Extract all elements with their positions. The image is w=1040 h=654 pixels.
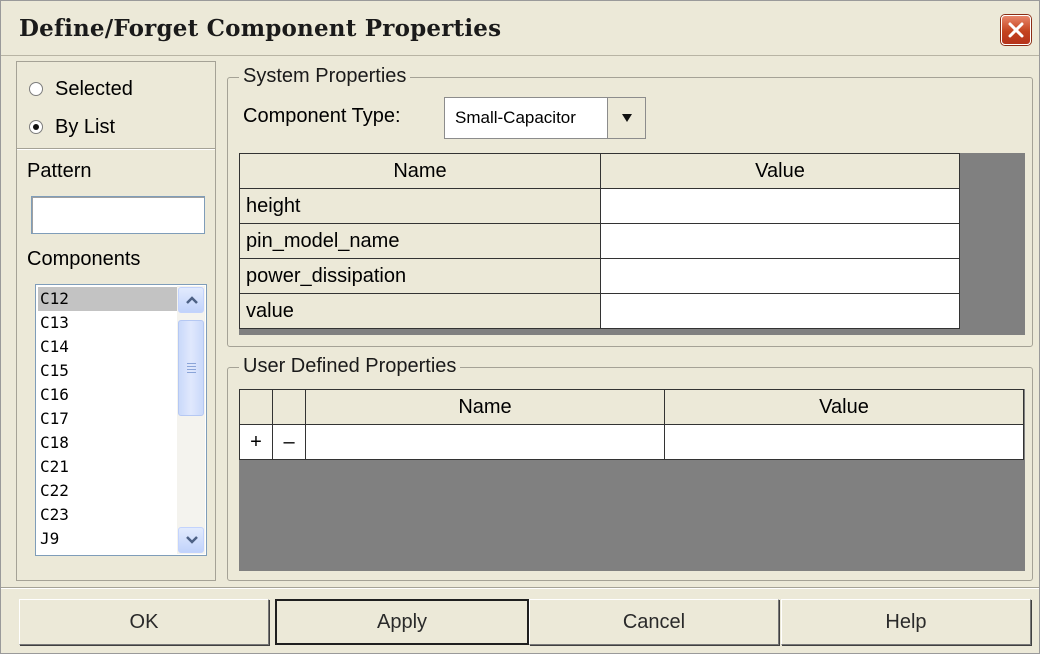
list-item[interactable]: C18: [38, 431, 178, 455]
components-scrollbar[interactable]: [177, 286, 205, 554]
property-value-cell[interactable]: [600, 258, 960, 294]
property-name-cell[interactable]: pin_model_name: [239, 223, 601, 259]
radio-by-list-label: By List: [55, 115, 116, 138]
radio-by-list-indicator[interactable]: [29, 120, 43, 134]
window-title: Define/Forget Component Properties: [19, 15, 502, 42]
property-value-cell[interactable]: [600, 188, 960, 224]
cancel-button[interactable]: Cancel: [529, 599, 779, 645]
system-properties-table-area: Name Value height pin_model_name power_dis…: [239, 153, 1025, 335]
system-properties-title: System Properties: [239, 65, 411, 88]
components-list[interactable]: C12 C13 C14 C15 C16 C17 C18 C21 C22 C23 J9: [35, 284, 207, 556]
list-item[interactable]: J9: [38, 527, 178, 551]
udp-value-cell[interactable]: [664, 424, 1024, 460]
scroll-up-button[interactable]: [178, 287, 204, 313]
list-item[interactable]: C17: [38, 407, 178, 431]
property-name-cell[interactable]: value: [239, 293, 601, 329]
chevron-up-icon: [186, 296, 198, 304]
radio-selected-label: Selected: [55, 77, 133, 100]
ok-button[interactable]: OK: [19, 599, 269, 645]
user-properties-table: Name Value + –: [239, 389, 1024, 460]
list-item[interactable]: C22: [38, 479, 178, 503]
close-icon: [1008, 22, 1024, 38]
scroll-down-button[interactable]: [178, 527, 204, 553]
list-item[interactable]: C14: [38, 335, 178, 359]
udp-col-value[interactable]: Value: [664, 389, 1024, 425]
udp-col-add: [239, 389, 273, 425]
udp-col-remove: [272, 389, 306, 425]
close-button[interactable]: [1001, 15, 1031, 45]
udp-name-cell[interactable]: [305, 424, 665, 460]
table-row: + –: [239, 424, 1024, 460]
property-value-cell[interactable]: [600, 293, 960, 329]
sys-col-name[interactable]: Name: [239, 153, 601, 189]
title-bar[interactable]: Define/Forget Component Properties: [1, 1, 1039, 56]
table-row: pin_model_name: [239, 223, 960, 259]
property-name-cell[interactable]: power_dissipation: [239, 258, 601, 294]
list-item[interactable]: C15: [38, 359, 178, 383]
dialog-window: Define/Forget Component Properties Selec…: [0, 0, 1040, 654]
component-type-value: Small-Capacitor: [455, 108, 576, 127]
list-item[interactable]: C13: [38, 311, 178, 335]
component-type-dropdown-button[interactable]: [607, 98, 645, 138]
divider: [1, 587, 1039, 589]
component-type-select[interactable]: Small-Capacitor: [444, 97, 646, 139]
pattern-label: Pattern: [27, 160, 92, 182]
apply-button[interactable]: Apply: [275, 599, 529, 645]
radio-by-list[interactable]: By List: [29, 114, 115, 140]
table-row: height: [239, 188, 960, 224]
user-defined-properties-title: User Defined Properties: [239, 355, 461, 378]
list-item[interactable]: C16: [38, 383, 178, 407]
remove-row-button[interactable]: –: [272, 424, 306, 460]
table-row: value: [239, 293, 960, 329]
chevron-down-icon: [186, 536, 198, 544]
add-row-button[interactable]: +: [239, 424, 273, 460]
components-items: C12 C13 C14 C15 C16 C17 C18 C21 C22 C23 J9: [38, 287, 178, 551]
pattern-input[interactable]: [31, 196, 205, 234]
property-value-cell[interactable]: [600, 223, 960, 259]
udp-col-name[interactable]: Name: [305, 389, 665, 425]
list-item[interactable]: C23: [38, 503, 178, 527]
system-properties-table: Name Value height pin_model_name power_dis…: [239, 153, 960, 329]
components-label: Components: [27, 248, 141, 270]
help-button[interactable]: Help: [781, 599, 1031, 645]
sys-col-value[interactable]: Value: [600, 153, 960, 189]
list-item[interactable]: C21: [38, 455, 178, 479]
radio-selected-indicator[interactable]: [29, 82, 43, 96]
user-properties-table-area: Name Value + –: [239, 389, 1025, 571]
scroll-thumb[interactable]: [178, 320, 204, 416]
radio-selected[interactable]: Selected: [29, 76, 133, 102]
divider: [17, 148, 215, 150]
list-item[interactable]: C12: [38, 287, 178, 311]
dropdown-arrow-icon: [622, 114, 632, 122]
property-name-cell[interactable]: height: [239, 188, 601, 224]
system-properties-rows: height pin_model_name power_dissipation val…: [239, 188, 960, 329]
table-row: power_dissipation: [239, 258, 960, 294]
component-type-label: Component Type:: [243, 105, 401, 127]
grip-icon: [187, 363, 196, 375]
component-selection-panel: Selected By List Pattern Components C12 C…: [16, 61, 216, 581]
